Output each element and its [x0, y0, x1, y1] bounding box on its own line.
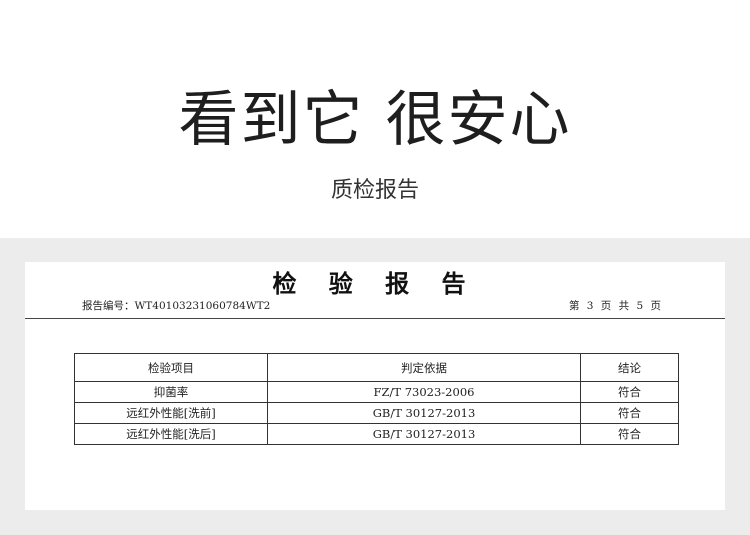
table-row: 远红外性能[洗前] GB/T 30127-2013 符合: [74, 402, 679, 424]
cell-test-item: 抑菌率: [74, 381, 268, 403]
cell-standard: GB/T 30127-2013: [267, 402, 581, 424]
table-row: 抑菌率 FZ/T 73023-2006 符合: [74, 381, 679, 403]
header-test-item: 检验项目: [74, 353, 268, 382]
report-title: 检 验 报 告: [272, 269, 478, 298]
cell-conclusion: 符合: [580, 402, 679, 424]
hero-subtitle: 质检报告: [330, 178, 419, 203]
cell-standard: GB/T 30127-2013: [267, 423, 581, 445]
header-standard: 判定依据: [267, 353, 581, 382]
inspection-results-table: 检验项目 判定依据 结论 抑菌率 FZ/T 73023-2006 符合 远红外性…: [74, 353, 679, 445]
cell-conclusion: 符合: [580, 381, 679, 403]
cell-conclusion: 符合: [580, 423, 679, 445]
cell-test-item: 远红外性能[洗前]: [74, 402, 268, 424]
report-sheet: 检 验 报 告 报告编号：WT40103231060784WT2 第 3 页 共…: [25, 262, 725, 510]
header-conclusion: 结论: [580, 353, 679, 382]
table-header-row: 检验项目 判定依据 结论: [74, 353, 679, 382]
table-row: 远红外性能[洗后] GB/T 30127-2013 符合: [74, 423, 679, 445]
header-divider: [25, 318, 725, 319]
hero-title: 看到它 很安心: [178, 85, 572, 155]
cell-standard: FZ/T 73023-2006: [267, 381, 581, 403]
cell-test-item: 远红外性能[洗后]: [74, 423, 268, 445]
page-indicator: 第 3 页 共 5 页: [568, 300, 661, 312]
report-number: 报告编号：WT40103231060784WT2: [82, 300, 271, 312]
